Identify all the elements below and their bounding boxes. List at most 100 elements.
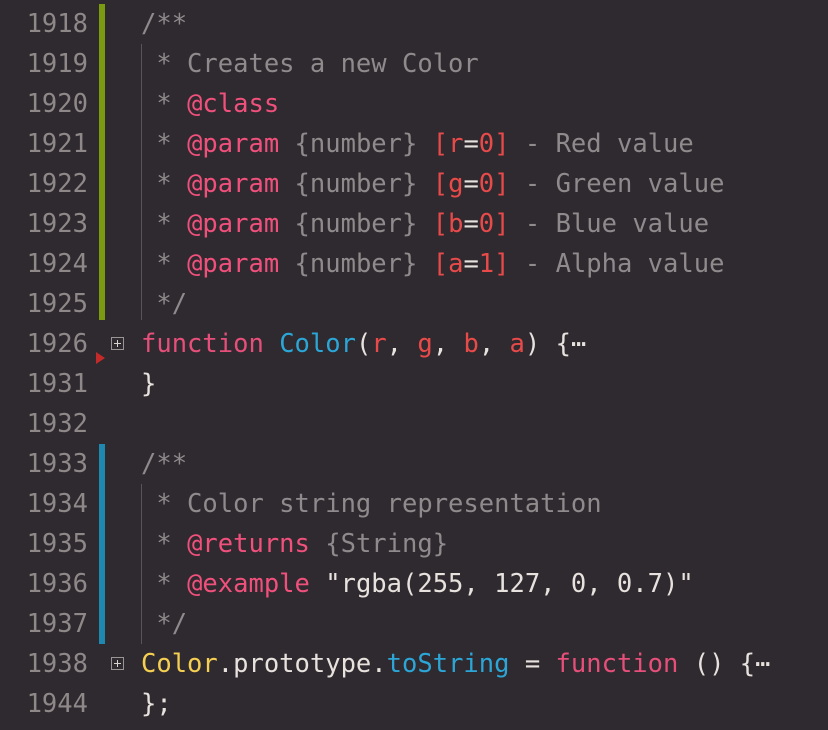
code-token: Color (141, 649, 218, 679)
code-token: function (141, 329, 264, 359)
code-line[interactable]: 1931} (0, 364, 828, 404)
line-number: 1920 (26, 89, 88, 119)
code-token: * (141, 89, 188, 119)
code-token: = (463, 169, 479, 199)
line-number: 1924 (26, 249, 88, 279)
line-number: 1931 (26, 369, 88, 399)
code-text: function Color(r, g, b, a) {⋯ (141, 324, 586, 364)
code-token: r (371, 329, 387, 359)
code-token: g (448, 169, 464, 199)
code-text: * Creates a new Color (141, 44, 479, 84)
code-token: */ (141, 609, 188, 639)
line-number: 1922 (26, 169, 88, 199)
line-number: 1938 (26, 649, 88, 679)
code-line[interactable]: 1933 /** (0, 444, 828, 484)
code-line[interactable]: 1918 /** (0, 4, 828, 44)
code-text: * @param {number} [b=0] - Blue value (141, 204, 709, 244)
code-line[interactable]: 1926 function Color(r, g, b, a) {⋯ (0, 324, 828, 364)
code-token: /** (141, 449, 188, 479)
code-line[interactable]: 1922 * @param {number} [g=0] - Green val… (0, 164, 828, 204)
code-line[interactable]: 1919 * Creates a new Color (0, 44, 828, 84)
code-text: * @param {number} [g=0] - Green value (141, 164, 724, 204)
code-token: @returns (187, 529, 310, 559)
code-line[interactable]: 1935 * @returns {String} (0, 524, 828, 564)
code-text: */ (141, 604, 187, 644)
code-line[interactable]: 1925 */ (0, 284, 828, 324)
code-token: * (141, 529, 188, 559)
code-text: } (141, 364, 156, 404)
code-line[interactable]: 1921 * @param {number} [r=0] - Red value (0, 124, 828, 164)
code-token: * Creates a new Color (141, 49, 479, 79)
line-number: 1932 (26, 409, 88, 439)
code-token: @param (187, 249, 280, 279)
code-text: * @example "rgba(255, 127, 0, 0.7)" (141, 564, 693, 604)
line-number: 1936 (26, 569, 88, 599)
code-token: 0 (478, 169, 495, 199)
line-number: 1923 (26, 209, 88, 239)
code-token: ) {⋯ (524, 329, 587, 359)
code-token: {String} (309, 529, 449, 559)
code-token: toString (386, 649, 510, 679)
code-text: Color.prototype.toString = function () {… (141, 644, 771, 684)
code-token: @param (187, 129, 280, 159)
line-number: 1925 (26, 289, 88, 319)
code-text: }; (141, 684, 172, 724)
code-token: - Alpha value (509, 249, 725, 279)
code-text: * @param {number} [r=0] - Red value (141, 124, 693, 164)
line-number: 1934 (26, 489, 88, 519)
code-token: * (141, 209, 188, 239)
code-line[interactable]: 1934 * Color string representation (0, 484, 828, 524)
code-text: /** (141, 444, 187, 484)
line-number: 1919 (26, 49, 88, 79)
code-line[interactable]: 1920 * @class (0, 84, 828, 124)
code-token: * (141, 569, 188, 599)
code-token: 0 (478, 129, 495, 159)
line-number: 1935 (26, 529, 88, 559)
line-number: 1926 (26, 329, 88, 359)
code-token: {number} (279, 209, 433, 239)
code-line[interactable]: 1932 (0, 404, 828, 444)
code-text: */ (141, 284, 187, 324)
code-token: ] (494, 209, 510, 239)
code-token: ] (494, 169, 510, 199)
code-token: ] (494, 129, 510, 159)
code-text: * @returns {String} (141, 524, 448, 564)
code-line[interactable]: 1944}; (0, 684, 828, 724)
code-token: [ (432, 129, 449, 159)
line-number: 1944 (26, 689, 88, 719)
code-token: ] (494, 249, 510, 279)
code-line[interactable]: 1937 */ (0, 604, 828, 644)
code-text: * @class (141, 84, 279, 124)
fold-expand-icon[interactable] (111, 657, 124, 670)
code-line[interactable]: 1938 Color.prototype.toString = function … (0, 644, 828, 684)
code-token: = (463, 249, 479, 279)
code-token: - Green value (509, 169, 725, 199)
code-text: /** (141, 4, 187, 44)
code-token: , (386, 329, 418, 359)
code-line[interactable]: 1924 * @param {number} [a=1] - Alpha val… (0, 244, 828, 284)
code-token: * (141, 169, 188, 199)
code-line[interactable]: 1923 * @param {number} [b=0] - Blue valu… (0, 204, 828, 244)
code-token: * (141, 249, 188, 279)
code-token: Color (279, 329, 356, 359)
code-token: 0 (478, 209, 495, 239)
code-token: b (463, 329, 479, 359)
code-token: }; (141, 689, 172, 719)
code-token: , (478, 329, 510, 359)
error-marker-icon (96, 352, 105, 364)
fold-expand-icon[interactable] (111, 337, 124, 350)
code-token: */ (141, 289, 188, 319)
code-token: a (448, 249, 464, 279)
code-token: * Color string representation (141, 489, 602, 519)
code-token: a (509, 329, 525, 359)
code-line[interactable]: 1936 * @example "rgba(255, 127, 0, 0.7)" (0, 564, 828, 604)
code-token: = (463, 209, 479, 239)
code-token: @class (187, 89, 280, 119)
code-token: @param (187, 169, 280, 199)
code-token: = (509, 649, 556, 679)
code-token: 1 (478, 249, 495, 279)
code-editor[interactable]: 1918/** 1919 * Creates a new Color 1920 * … (0, 0, 828, 730)
line-number: 1937 (26, 609, 88, 639)
line-number: 1921 (26, 129, 88, 159)
